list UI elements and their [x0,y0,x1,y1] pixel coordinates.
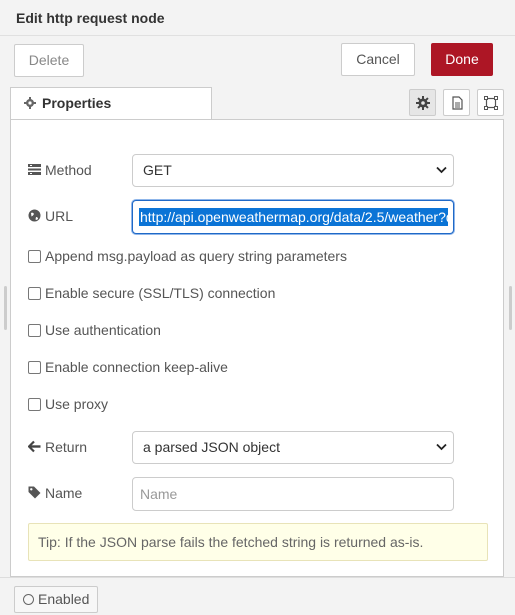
enabled-label: Enabled [38,591,90,607]
delete-button[interactable]: Delete [14,44,84,77]
document-icon [452,96,463,110]
keepalive-checkbox[interactable] [28,361,41,374]
return-select[interactable]: a parsed JSON object [132,431,454,464]
circle-icon [23,594,34,605]
return-select-value: a parsed JSON object [143,439,280,455]
name-input-placeholder: Name [140,486,178,502]
left-resize-handle[interactable] [4,286,7,330]
cancel-button[interactable]: Cancel [341,43,415,76]
gear-icon [24,97,36,109]
url-label: URL [45,208,74,224]
dialog-titlebar: Edit http request node [0,0,515,36]
append-payload-label: Append msg.payload as query string param… [45,248,347,264]
arrow-left-icon [28,440,41,453]
tab-properties[interactable]: Properties [10,87,212,120]
proxy-option[interactable]: Use proxy [28,396,108,412]
enabled-toggle-button[interactable]: Enabled [14,586,98,613]
url-input-value: http://api.openweathermap.org/data/2.5/w… [139,208,448,226]
method-select-value: GET [143,162,172,178]
tab-properties-label: Properties [42,95,112,111]
auth-checkbox[interactable] [28,324,41,337]
name-input[interactable]: Name [132,477,454,511]
right-resize-handle[interactable] [509,286,512,330]
list-icon [28,164,41,175]
frame-icon [484,96,498,110]
tab-description[interactable] [443,89,470,116]
name-label-row: Name [28,485,82,501]
tip-box: Tip: If the JSON parse fails the fetched… [28,523,488,561]
auth-label: Use authentication [45,322,161,338]
method-label: Method [45,162,92,178]
proxy-checkbox[interactable] [28,398,41,411]
tag-icon [28,486,41,499]
tab-node-settings[interactable] [409,89,436,116]
auth-option[interactable]: Use authentication [28,322,161,338]
return-label: Return [45,439,88,455]
ssl-label: Enable secure (SSL/TLS) connection [45,285,276,301]
keepalive-option[interactable]: Enable connection keep-alive [28,359,228,375]
name-label: Name [45,485,83,501]
chevron-down-icon [436,166,447,174]
tab-appearance[interactable] [477,89,504,116]
tip-text: Tip: If the JSON parse fails the fetched… [38,534,424,550]
append-payload-option[interactable]: Append msg.payload as query string param… [28,248,347,264]
chevron-down-icon [436,443,447,451]
method-label-row: Method [28,162,92,178]
keepalive-label: Enable connection keep-alive [45,359,228,375]
url-input[interactable]: http://api.openweathermap.org/data/2.5/w… [132,200,454,234]
proxy-label: Use proxy [45,396,109,412]
ssl-option[interactable]: Enable secure (SSL/TLS) connection [28,285,275,301]
ssl-checkbox[interactable] [28,287,41,300]
return-label-row: Return [28,439,87,455]
done-button[interactable]: Done [431,43,493,76]
append-payload-checkbox[interactable] [28,250,41,263]
url-label-row: URL [28,208,73,224]
gear-icon [416,96,430,110]
method-select[interactable]: GET [132,154,454,187]
dialog-title: Edit http request node [16,10,165,26]
globe-icon [28,209,41,222]
